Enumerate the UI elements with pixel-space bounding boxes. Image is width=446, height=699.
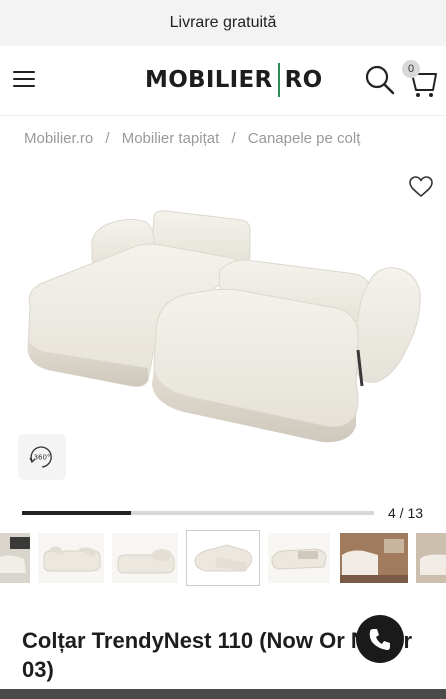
cart-button[interactable]: 0 [400,60,438,100]
breadcrumb-item-home[interactable]: Mobilier.ro [24,130,93,147]
cart-count-badge: 0 [402,60,420,78]
view-360-label: 360° [34,454,51,462]
breadcrumb-separator: / [105,130,110,147]
logo-divider [277,63,280,97]
call-button[interactable] [356,615,404,663]
site-logo[interactable]: MOBILIER RO [145,60,322,100]
breadcrumb-item-upholstered[interactable]: Mobilier tapițat [122,130,220,147]
breadcrumb-separator: / [231,130,236,147]
gallery-progress-bar [22,511,374,515]
thumbnail-3[interactable] [112,533,178,583]
phone-icon [369,629,390,650]
thumbnail-1[interactable] [0,533,30,583]
breadcrumb-item-corner-sofas[interactable]: Canapele pe colț [248,130,361,147]
hamburger-menu-icon[interactable] [13,68,37,90]
view-360-button[interactable]: 360° [18,434,66,480]
thumbnail-strip [0,530,446,586]
heart-icon[interactable] [408,175,434,199]
thumbnail-2[interactable] [38,533,104,583]
promo-bar: Livrare gratuită [0,0,446,46]
breadcrumb: Mobilier.ro / Mobilier tapițat / Canapel… [24,130,360,147]
search-icon[interactable] [364,64,396,96]
promo-text: Livrare gratuită [169,14,277,31]
gallery-counter: 4 / 13 [388,505,424,521]
product-main-image[interactable] [16,200,430,470]
rotate-360-icon: 360° [29,446,52,468]
thumbnail-6[interactable] [340,533,408,583]
logo-text-left: MOBILIER [145,67,273,93]
thumbnail-4-selected[interactable] [186,530,260,586]
logo-text-right: RO [284,67,323,93]
thumbnail-5[interactable] [268,533,330,583]
site-header: MOBILIER RO 0 [0,46,446,116]
bottom-bar [0,689,446,699]
thumbnail-7[interactable] [416,533,446,583]
gallery-progress-fill [22,511,132,515]
